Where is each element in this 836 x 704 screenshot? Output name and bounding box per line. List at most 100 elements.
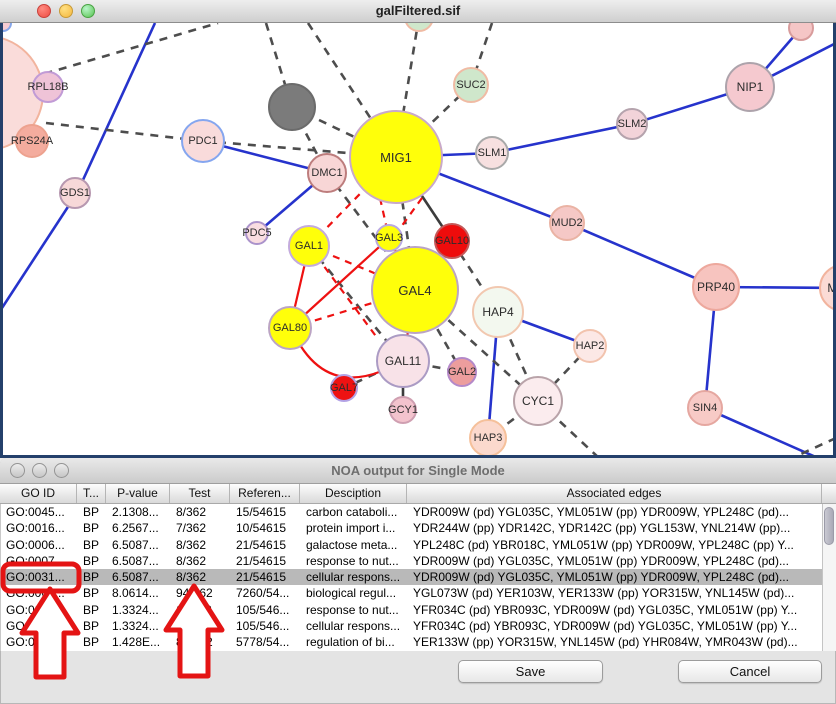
table-cell: 7/362 [171, 520, 231, 536]
node-HAP3[interactable]: HAP3 [469, 419, 507, 457]
table-row[interactable]: GO:0007...BP6.5087...8/36221/54615respon… [1, 553, 822, 569]
column-header-t[interactable]: T... [77, 484, 106, 503]
node-MSL1[interactable]: MSL1 [819, 264, 836, 312]
node-GAL2[interactable]: GAL2 [447, 357, 477, 387]
table-cell: 21/54615 [231, 537, 301, 553]
table-cell: BP [78, 569, 107, 585]
table-cell: 8.0614... [107, 585, 171, 601]
node-layer: RPL18B RPS24A GDS1 PDC1 DMC1MIG1 SUC2 SLM1 SLM2… [0, 23, 836, 458]
table-cell: BP [78, 553, 107, 569]
table-row[interactable]: GO:0065...BP8.0614...94/3627260/54...bio… [1, 585, 822, 601]
table-cell: BP [78, 520, 107, 536]
node-GAL80[interactable]: GAL80 [268, 306, 312, 350]
table-cell: GO:0031... [1, 569, 78, 585]
table-cell: GO:0007... [1, 553, 78, 569]
table-cell: BP [78, 504, 107, 520]
table-header-row: GO IDT...P-valueTestReferen...Desciption… [0, 484, 822, 504]
table-cell: YFR034C (pd) YBR093C, YDR009W (pd) YGL03… [408, 602, 822, 618]
node-unlabeled[interactable] [788, 23, 814, 41]
node-NIP1[interactable]: NIP1 [725, 62, 775, 112]
vertical-scrollbar[interactable] [822, 504, 836, 651]
window-title: galFiltered.sif [0, 3, 836, 18]
node-PDC1[interactable]: PDC1 [181, 119, 225, 163]
table-cell: protein import i... [301, 520, 408, 536]
table-cell: 6.2567... [107, 520, 171, 536]
table-cell: GO:0016... [1, 520, 78, 536]
table-cell: YGL073W (pd) YER103W, YER133W (pp) YOR31… [408, 585, 822, 601]
save-button[interactable]: Save [458, 660, 603, 683]
table-cell: 1.428E... [107, 634, 171, 650]
noa-output-window: NOA output for Single Mode GO IDT...P-va… [0, 458, 836, 704]
table-row[interactable]: GO:0016...BP6.2567...7/36210/54615protei… [1, 520, 822, 536]
cancel-button[interactable]: Cancel [678, 660, 822, 683]
column-header-referen[interactable]: Referen... [230, 484, 300, 503]
node-PDC5[interactable]: PDC5 [245, 221, 269, 245]
node-unlabeled[interactable] [0, 23, 12, 32]
scrollbar-thumb[interactable] [824, 507, 834, 545]
node-GDS1[interactable]: GDS1 [59, 177, 91, 209]
table-cell: carbon cataboli... [301, 504, 408, 520]
table-row[interactable]: GO:0050...BP1.428E...80/3625778/54...reg… [1, 634, 822, 650]
table-cell: 8/362 [171, 553, 231, 569]
table-cell: YDR009W (pd) YGL035C, YML051W (pp) YDR00… [408, 504, 822, 520]
node-MUD2[interactable]: MUD2 [549, 205, 585, 241]
table-cell: 6.5087... [107, 569, 171, 585]
table-row[interactable]: GO:0006...BP6.5087...8/36221/54615galact… [1, 537, 822, 553]
table-cell: 6.5087... [107, 553, 171, 569]
column-header-test[interactable]: Test [170, 484, 230, 503]
table-cell: 7260/54... [231, 585, 301, 601]
table-cell: 15/54615 [231, 504, 301, 520]
table-cell: regulation of bi... [301, 634, 408, 650]
table-cell: biological regul... [301, 585, 408, 601]
table-cell: BP [78, 618, 107, 634]
table-cell: 1.3324... [107, 602, 171, 618]
node-GAL1[interactable]: GAL1 [288, 225, 330, 267]
table-cell: 80/362 [171, 634, 231, 650]
node-unlabeled[interactable] [404, 23, 434, 32]
table-cell: YFR034C (pd) YBR093C, YDR009W (pd) YGL03… [408, 618, 822, 634]
node-unlabeled[interactable] [268, 83, 316, 131]
table-cell: 10/54615 [231, 520, 301, 536]
column-header-desciption[interactable]: Desciption [300, 484, 407, 503]
node-GAL11[interactable]: GAL11 [376, 334, 430, 388]
table-row[interactable]: GO:0045...BP2.1308...8/36215/54615carbon… [1, 504, 822, 520]
network-window-titlebar[interactable]: galFiltered.sif [0, 0, 836, 23]
table-cell: 6.5087... [107, 537, 171, 553]
table-row[interactable]: GO:0031...BP1.3324...11/362105/546...cel… [1, 618, 822, 634]
table-cell: YDR009W (pd) YGL035C, YML051W (pp) YDR00… [408, 569, 822, 585]
node-GCY1[interactable]: GCY1 [389, 396, 417, 424]
table-cell: GO:0050... [1, 634, 78, 650]
column-header-p-value[interactable]: P-value [106, 484, 170, 503]
table-cell: 94/362 [171, 585, 231, 601]
column-header-associated-edges[interactable]: Associated edges [407, 484, 822, 503]
table-cell: 11/362 [171, 602, 231, 618]
table-cell: galactose meta... [301, 537, 408, 553]
node-RPL18B[interactable]: RPL18B [32, 71, 64, 103]
table-row[interactable]: GO:0031...BP6.5087...8/36221/54615cellul… [1, 569, 822, 585]
table-cell: GO:0045... [1, 504, 78, 520]
column-header-go-id[interactable]: GO ID [0, 484, 77, 503]
node-GAL7[interactable]: GAL7 [330, 374, 358, 402]
node-PRP40[interactable]: PRP40 [692, 263, 740, 311]
table-row[interactable]: GO:0031...BP1.3324...11/362105/546...res… [1, 602, 822, 618]
node-HAP2[interactable]: HAP2 [573, 329, 607, 363]
table-cell: BP [78, 537, 107, 553]
node-RPS24A[interactable]: RPS24A [15, 124, 49, 158]
node-DMC1[interactable]: DMC1 [307, 153, 347, 193]
node-HAP4[interactable]: HAP4 [472, 286, 524, 338]
node-CYC1[interactable]: CYC1 [513, 376, 563, 426]
table-cell: 8/362 [171, 504, 231, 520]
table-cell: GO:0065... [1, 585, 78, 601]
noa-window-titlebar[interactable]: NOA output for Single Mode [0, 458, 836, 484]
node-SIN4[interactable]: SIN4 [687, 390, 723, 426]
node-SLM2[interactable]: SLM2 [616, 108, 648, 140]
node-MIG1[interactable]: MIG1 [349, 110, 443, 204]
network-window: galFiltered.sif RPL18B RPS24A GDS1 PDC1 DMC1… [0, 0, 836, 458]
node-SLM1[interactable]: SLM1 [475, 136, 509, 170]
node-GAL4[interactable]: GAL4 [371, 246, 459, 334]
node-SUC2[interactable]: SUC2 [453, 67, 489, 103]
table-cell: 8/362 [171, 569, 231, 585]
table-cell: 105/546... [231, 618, 301, 634]
table-cell: BP [78, 602, 107, 618]
network-canvas[interactable]: RPL18B RPS24A GDS1 PDC1 DMC1MIG1 SUC2 SLM1 SLM2… [0, 23, 836, 458]
